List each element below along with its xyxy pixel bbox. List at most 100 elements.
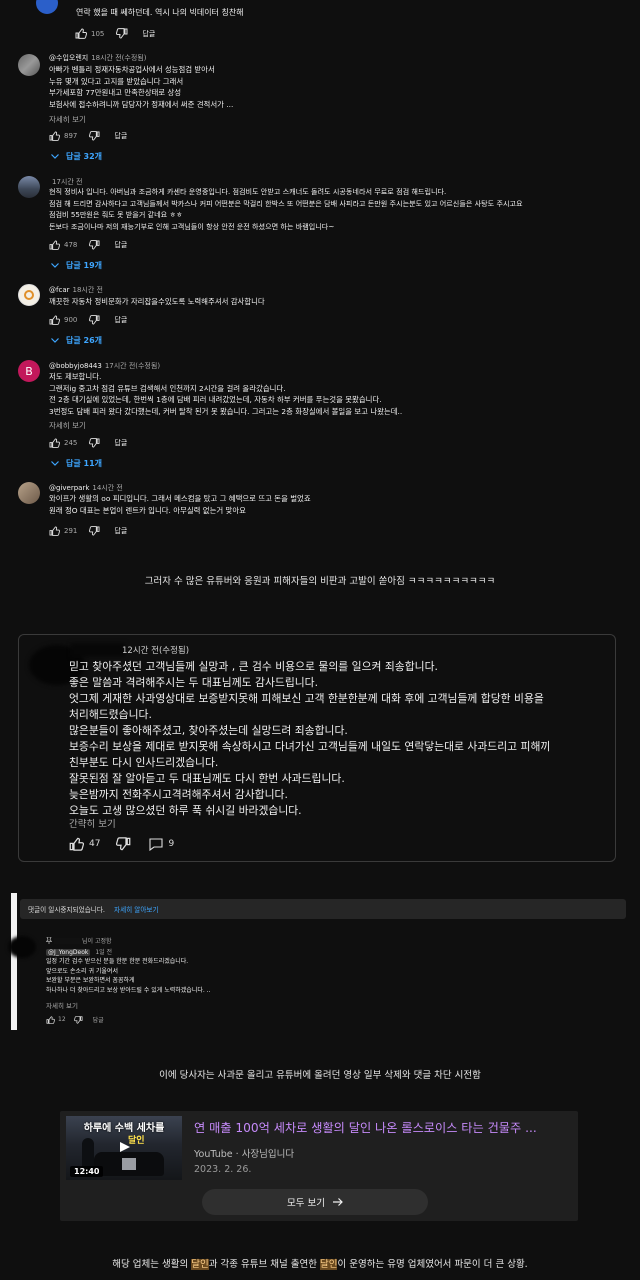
reply-icon[interactable]	[149, 837, 164, 851]
avatar[interactable]	[8, 936, 36, 958]
read-more-link[interactable]: 자세히 보기	[49, 420, 86, 431]
thumb-down-icon[interactable]	[116, 837, 131, 851]
comment-text-line: 좋은 말씀과 격려해주시는 두 대표님께도 감사드립니다.	[69, 676, 319, 689]
video-duration: 12:40	[70, 1166, 104, 1177]
comment-body: 믿고 찾아주셨던 고객님들께 실망과 , 큰 검수 비용으로 물의를 일으켜 죄…	[69, 659, 550, 819]
thumb-down-icon[interactable]	[89, 131, 100, 141]
view-replies-button[interactable]: 답글 26개	[51, 335, 102, 346]
comment-text-line: 원래 정O 대표는 본업이 렌트카 입니다. 아무실력 없는거 맞아요	[49, 505, 246, 515]
reply-button[interactable]: 답글	[114, 131, 127, 141]
redacted-author	[71, 643, 125, 657]
thumb-down-icon[interactable]	[89, 526, 100, 536]
comment-text-line: 일정 기간 검수 받으신 분들 한분 한분 전화드리겠습니다.	[46, 958, 189, 965]
comment-text-line: 전 2층 대기실에 있었는데, 한번씩 1층에 담배 피러 내려갔었는데, 자동…	[49, 395, 382, 405]
play-icon	[118, 1138, 132, 1152]
reply-button[interactable]: 답글	[93, 1015, 104, 1024]
comments-paused-banner: 댓글이 일시중지되었습니다. 자세히 알아보기	[20, 899, 626, 919]
thumb-up-icon[interactable]	[49, 526, 60, 536]
comment-actions: 105 답글	[75, 28, 155, 39]
comment-text-line: 오늘도 고생 많으셨던 하루 푹 쉬시길 바라겠습니다.	[69, 804, 302, 817]
comment-text-line: 앞으로도 손소리 귀 기울여서	[46, 967, 118, 975]
comment-0: 연락 했을 때 쎄하던데. 역시 나의 빅데이터 칭찬해 105 답글	[0, 0, 640, 46]
thumb-up-icon[interactable]	[46, 1015, 55, 1024]
comment-time: 17시간 전(수정됨)	[104, 362, 161, 370]
comment-author[interactable]: @bobbyjo8443	[49, 362, 102, 370]
video-channel[interactable]: YouTube · 사장님입니다	[194, 1146, 294, 1160]
reply-button[interactable]: 답글	[114, 526, 127, 536]
paused-text: 댓글이 일시중지되었습니다.	[28, 906, 105, 914]
caption-text: 해당 업체는 생활의 달인과 각종 유튜브 채널 출연한 달인이 운영하는 유명…	[0, 1256, 640, 1270]
thumb-up-icon[interactable]	[69, 837, 84, 851]
thumb-down-icon[interactable]	[89, 438, 100, 448]
like-count: 245	[64, 439, 78, 447]
view-replies-button[interactable]: 답글 32개	[51, 151, 102, 162]
like-count: 12	[58, 1016, 66, 1023]
comment-text-line: 하나하나 더 찾아드리고 보상 받아드릴 수 있게 노력하겠습니다. ..	[46, 986, 211, 994]
comment-actions: 12 답글	[46, 1015, 104, 1024]
comment-text-line: 점검비 55만원은 줘도 못 받을거 같네요 ㅎㅎ	[49, 210, 183, 220]
comment-actions: 291 답글	[49, 526, 127, 536]
comment-author[interactable]: @수입오렌지	[49, 54, 88, 62]
show-all-label: 모두 보기	[287, 1198, 325, 1209]
view-replies-button[interactable]: 답글 11개	[51, 458, 102, 469]
avatar[interactable]	[18, 482, 40, 504]
video-result-card[interactable]: 하루에 수백 세차를 달인 12:40 연 매출 100억 세차로 생활의 달인…	[60, 1111, 578, 1221]
comment-5: @giverpark 14시간 전 와이프가 생활의 oo 피디입니다. 그래서 …	[0, 480, 640, 540]
comment-text-line: 누유 몇개 있다고 고지를 받았습니다 그래서	[49, 76, 184, 86]
comment-time: 18시간 전	[72, 286, 103, 294]
comment-actions: 897 답글	[49, 131, 127, 141]
comment-3: @fcar 18시간 전 깨끗한 자동차 정비문화가 자리잡을수있도록 노력해주셔…	[0, 282, 640, 348]
comment-text-line: 믿고 찾아주셨던 고객님들께 실망과 , 큰 검수 비용으로 물의를 일으켜 죄…	[69, 660, 438, 673]
avatar[interactable]	[36, 0, 58, 14]
show-less-link[interactable]: 간략히 보기	[69, 816, 116, 830]
thumb-up-icon[interactable]	[49, 315, 60, 325]
read-more-link[interactable]: 자세히 보기	[49, 114, 86, 125]
comment-4: B @bobbyjo8443 17시간 전(수정됨) 저도 제보합니다. 그랜저i…	[0, 358, 640, 472]
thumb-down-icon[interactable]	[116, 28, 128, 39]
show-all-button[interactable]: 모두 보기	[202, 1189, 428, 1215]
learn-more-link[interactable]: 자세히 알아보기	[114, 904, 159, 914]
reply-button[interactable]: 답글	[114, 315, 127, 325]
chevron-down-icon	[51, 338, 59, 343]
comment-actions: 47 9	[69, 837, 174, 851]
video-thumbnail[interactable]: 하루에 수백 세차를 달인 12:40	[66, 1116, 182, 1180]
caption-text: 이에 당사자는 사과문 올리고 유튜버에 올려던 영상 일부 삭제와 댓글 차단…	[159, 1070, 481, 1081]
comment-1: @수입오렌지 18시간 전(수정됨) 아빠가 벤틀리 정재자동차공업사에서 성능점…	[0, 50, 640, 168]
like-count: 478	[64, 241, 78, 249]
avatar[interactable]: B	[18, 360, 40, 382]
caption-part: 해당 업체는 생활의	[112, 1259, 192, 1270]
thumb-up-icon[interactable]	[75, 28, 87, 39]
comment-text-line: 아빠가 벤틀리 정재자동차공업사에서 성능점검 받아서	[49, 65, 215, 74]
reply-button[interactable]: 답글	[142, 29, 155, 39]
replies-count: 답글 26개	[66, 336, 102, 345]
comment-author[interactable]: @fcar	[49, 286, 69, 294]
reply-button[interactable]: 답글	[114, 240, 127, 250]
comment-text-line: 잘못된점 잘 알아듣고 두 대표님께도 다시 한번 사과드립니다.	[69, 772, 345, 785]
comment-author[interactable]: @J_YongDeok	[46, 949, 91, 956]
thumb-up-icon[interactable]	[49, 240, 60, 250]
comment-author[interactable]: @giverpark	[49, 484, 89, 492]
comment-body: 일정 기간 검수 받으신 분들 한분 한분 전화드리겠습니다. 앞으로도 손소리…	[46, 957, 211, 995]
comment-2: 17시간 전 현직 정비사 입니다. 아버님과 조금하게 카센타 운영중입니다.…	[0, 174, 640, 274]
avatar[interactable]	[18, 284, 40, 306]
thumb-down-icon[interactable]	[89, 240, 100, 250]
comment-text-line: 깨끗한 자동차 정비문화가 자리잡을수있도록 노력해주셔서 감사합니다	[49, 297, 265, 306]
comment-text-line: 점검 해 드리면 감사하다고 고객님들께서 박카스나 커피 어떤분은 막걸리 한…	[49, 198, 523, 208]
avatar[interactable]	[18, 176, 40, 198]
replies-count: 답글 19개	[66, 261, 102, 270]
comment-actions: 245 답글	[49, 438, 127, 448]
reply-button[interactable]: 답글	[114, 438, 127, 448]
comment-time: 17시간 전	[52, 178, 83, 186]
thumb-up-icon[interactable]	[49, 438, 60, 448]
chevron-down-icon	[51, 263, 59, 268]
read-more-link[interactable]: 자세히 보기	[46, 1000, 78, 1010]
video-title[interactable]: 연 매출 100억 세차로 생활의 달인 나온 롤스로이스 타는 건물주 ...	[194, 1118, 537, 1136]
avatar[interactable]	[18, 54, 40, 76]
comment-time: 12시간 전(수정됨)	[122, 646, 190, 656]
thumb-down-icon[interactable]	[73, 1015, 83, 1024]
like-count: 105	[91, 29, 105, 38]
thumb-down-icon[interactable]	[89, 315, 100, 325]
arrow-right-icon	[332, 1198, 343, 1206]
view-replies-button[interactable]: 답글 19개	[51, 260, 102, 271]
thumb-up-icon[interactable]	[49, 131, 60, 141]
